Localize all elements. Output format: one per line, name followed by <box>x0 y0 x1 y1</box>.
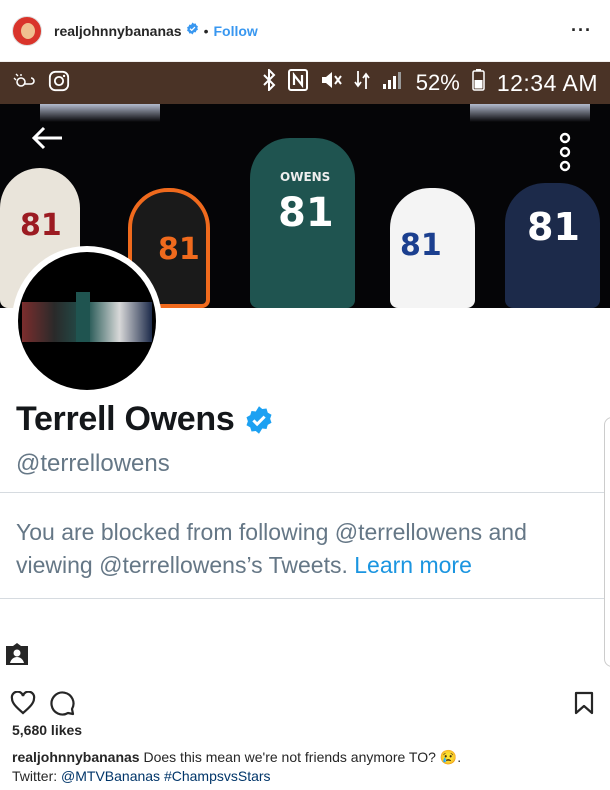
back-arrow-icon[interactable] <box>30 124 64 157</box>
learn-more-link[interactable]: Learn more <box>354 552 472 578</box>
verified-badge-icon <box>244 405 274 435</box>
battery-icon <box>472 69 485 97</box>
verified-badge-icon <box>186 22 199 40</box>
bookmark-icon <box>574 691 594 715</box>
heart-icon <box>10 691 36 715</box>
cloud-sync-icon <box>12 72 36 95</box>
battery-percentage: 52% <box>415 70 460 95</box>
post-actions <box>0 686 610 720</box>
twitter-label: Twitter: <box>12 768 58 784</box>
instagram-icon <box>48 70 70 97</box>
network-type-icon <box>354 69 370 97</box>
follow-button[interactable]: Follow <box>214 23 258 39</box>
profile-avatar[interactable] <box>12 246 162 396</box>
post-header: realjohnnybananas • Follow ··· <box>0 0 610 62</box>
post-image[interactable]: 52% 12:34 AM 81 81 OWENS 81 81 81 Terrel… <box>0 62 610 677</box>
hashtag-link[interactable]: #ChampsvsStars <box>164 768 271 784</box>
bluetooth-icon <box>262 67 276 97</box>
banner-player: 81 <box>505 183 600 308</box>
banner-player: 81 <box>390 188 475 308</box>
post-caption: realjohnnybananas Does this mean we're n… <box>12 748 602 786</box>
scroll-edge <box>604 417 610 667</box>
banner-player: OWENS 81 <box>250 138 355 308</box>
comment-button[interactable] <box>50 690 76 716</box>
profile-name-row: Terrell Owens <box>16 400 274 439</box>
comment-icon <box>50 691 75 716</box>
post-username[interactable]: realjohnnybananas <box>54 23 182 39</box>
mute-icon <box>320 70 342 96</box>
signal-icon <box>382 70 404 96</box>
avatar[interactable] <box>12 15 42 46</box>
profile-handle: @terrellowens <box>16 450 170 477</box>
clock: 12:34 AM <box>496 69 598 96</box>
tagged-user-icon[interactable] <box>4 642 30 671</box>
divider <box>0 492 610 493</box>
like-count[interactable]: 5,680 likes <box>12 722 82 738</box>
profile-name: Terrell Owens <box>16 400 235 438</box>
caption-username[interactable]: realjohnnybananas <box>12 749 140 765</box>
like-button[interactable] <box>10 691 36 715</box>
separator-dot: • <box>203 22 209 39</box>
more-options-icon[interactable]: ··· <box>565 20 598 41</box>
save-button[interactable] <box>574 691 594 715</box>
twitter-handle-link[interactable]: @MTVBananas <box>61 768 160 784</box>
caption-text: Does this mean we're not friends anymore… <box>143 749 462 765</box>
kebab-menu-icon[interactable] <box>558 132 572 177</box>
divider <box>0 598 610 599</box>
phone-status-bar: 52% 12:34 AM <box>0 62 610 104</box>
blocked-message: You are blocked from following @terrello… <box>16 516 576 582</box>
nfc-icon <box>287 69 308 97</box>
